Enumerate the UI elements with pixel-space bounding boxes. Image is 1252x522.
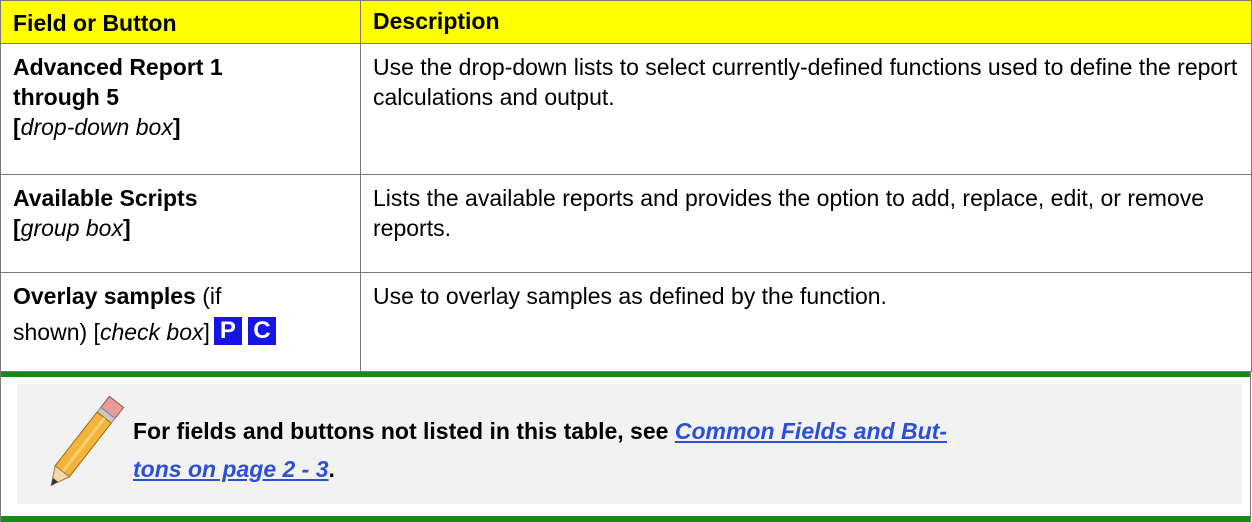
note-panel: For fields and buttons not listed in thi… xyxy=(17,384,1242,504)
table-row: Overlay samples (if shown) [check box] P C… xyxy=(0,272,1252,372)
field-type: shown) [check box] P C xyxy=(13,317,350,347)
field-type: [group box] xyxy=(13,215,131,241)
field-name: Advanced Report 1 xyxy=(13,54,223,80)
note-text: For fields and buttons not listed in thi… xyxy=(133,418,947,482)
table-header-row: Field or Button Description xyxy=(0,0,1252,44)
note-top-bar xyxy=(1,372,1250,377)
fields-table: Field or Button Description Advanced Rep… xyxy=(0,0,1252,372)
description-cell: Use to overlay samples as defined by the… xyxy=(360,272,1252,372)
field-name-line: Overlay samples (if xyxy=(13,281,350,311)
p-badge-icon: P xyxy=(213,317,242,345)
table-row: Advanced Report 1 through 5 [drop-down b… xyxy=(0,43,1252,175)
c-badge-icon: C xyxy=(247,317,276,345)
header-description: Description xyxy=(360,0,1252,44)
table-row: Available Scripts [group box] Lists the … xyxy=(0,174,1252,273)
field-cell: Available Scripts [group box] xyxy=(0,174,361,273)
description-cell: Use the drop-down lists to select curren… xyxy=(360,43,1252,175)
field-type: [drop-down box] xyxy=(13,114,181,140)
field-name: Overlay samples xyxy=(13,283,196,309)
field-cell: Overlay samples (if shown) [check box] P C xyxy=(0,272,361,372)
pencil-icon xyxy=(50,395,125,487)
header-field-or-button: Field or Button xyxy=(0,0,361,44)
field-name-cont: through 5 xyxy=(13,84,120,110)
field-qualifier: (if xyxy=(195,283,222,309)
description-cell: Lists the available reports and provides… xyxy=(360,174,1252,273)
note-box: For fields and buttons not listed in thi… xyxy=(0,372,1251,522)
note-bottom-bar xyxy=(1,516,1250,522)
field-cell: Advanced Report 1 through 5 [drop-down b… xyxy=(0,43,361,175)
field-name: Available Scripts xyxy=(13,185,198,211)
